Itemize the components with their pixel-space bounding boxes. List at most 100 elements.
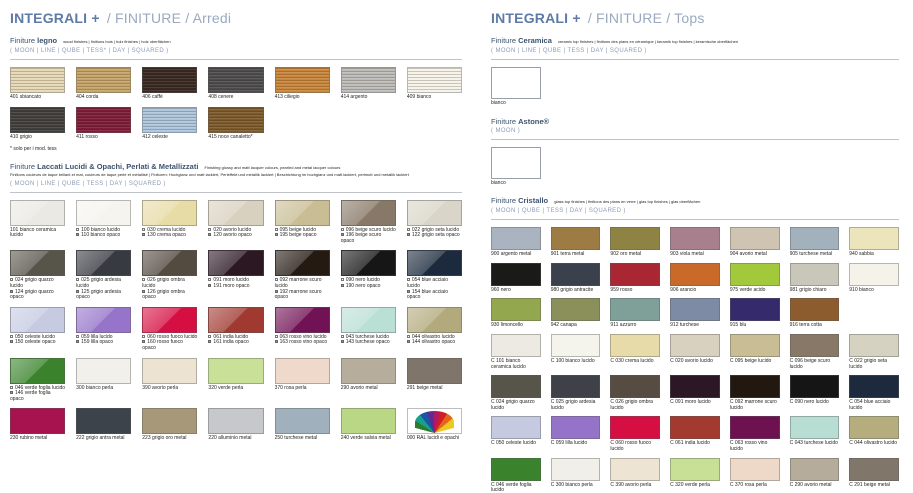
color-swatch: [491, 263, 541, 286]
section-astone-header: Finiture Astone® ( MOON ): [491, 118, 899, 135]
color-swatch: [76, 107, 131, 133]
finish-cell: C 059 lilla lucido: [551, 416, 601, 452]
color-swatch: [491, 298, 541, 321]
finish-label: 415 noce canaletto*: [208, 135, 263, 141]
color-swatch: [610, 227, 660, 250]
finish-label: 025 grigio ardesia lucido125 grigio arde…: [76, 278, 131, 300]
page-tops: INTEGRALI + / FINITURE / Tops Finiture C…: [491, 8, 899, 493]
finish-cell: C 370 rosa perla: [730, 458, 780, 493]
matt-marker-icon: [208, 233, 211, 236]
color-swatch: [491, 458, 541, 481]
finish-cell: C 025 grigio ardesia lucido: [551, 375, 601, 411]
color-swatch: [670, 263, 720, 286]
color-swatch: [790, 263, 840, 286]
finish-cell: 408 cenere: [208, 67, 263, 101]
finish-label: 900 argento metal: [491, 252, 541, 258]
finish-label: C 096 beige scuro lucido: [790, 359, 840, 370]
color-swatch: [670, 227, 720, 250]
color-swatch: [551, 227, 601, 250]
finish-cell: C 020 avorio lucido: [670, 334, 720, 370]
color-swatch: [491, 227, 541, 250]
finish-label: C 061 india lucido: [670, 441, 720, 447]
finish-label: C 290 avorio metal: [790, 483, 840, 489]
finish-cell: 904 avorio metal: [730, 227, 780, 258]
section-cristallo-header: Finiture Cristallo glass top finishes | …: [491, 197, 899, 215]
color-swatch: [407, 200, 462, 226]
gloss-marker-icon: [142, 278, 145, 281]
color-swatch: [730, 227, 780, 250]
finish-label: C 059 lilla lucido: [551, 441, 601, 447]
finish-label: 240 verde salvia metal: [341, 436, 396, 442]
finish-label: 915 blu: [730, 323, 780, 329]
color-swatch: [670, 416, 720, 439]
color-swatch: [142, 200, 197, 226]
finish-label: C 043 turchese lucido: [790, 441, 840, 447]
finish-cell: C 090 nero lucido: [790, 375, 840, 411]
finish-label: C 100 bianco lucido: [551, 359, 601, 365]
section-name: Astone®: [518, 117, 549, 126]
color-swatch: [610, 334, 660, 357]
divider: [10, 192, 462, 193]
finish-cell: 025 grigio ardesia lucido125 grigio arde…: [76, 250, 131, 300]
section-name: Laccati Lucidi & Opachi, Perlati & Metal…: [37, 162, 198, 171]
section-laccati-title: Finiture Laccati Lucidi & Opachi, Perlat…: [10, 163, 462, 171]
gloss-marker-icon: [208, 278, 211, 281]
breadcrumb: / FINITURE / Arredi: [107, 10, 231, 26]
footnote: * solo per i mod. tess: [10, 146, 462, 152]
finish-cell: 930 limoncello: [491, 298, 541, 329]
cristallo-swatch-grid: 900 argento metal901 terra metal902 oro …: [491, 227, 899, 493]
finish-label: C 300 bianco perla: [551, 483, 601, 489]
matt-marker-icon: [142, 233, 145, 236]
finish-cell: 959 rosso: [610, 263, 660, 294]
color-swatch: [76, 408, 131, 434]
finish-cell: 401 sbiancato: [10, 67, 65, 101]
finish-cell: C 101 bianco ceramica lucido: [491, 334, 541, 370]
divider: [10, 59, 462, 60]
section-translations: ceramic top finishes | finitions des pla…: [558, 39, 738, 44]
section-legno-header: Finiture legno wood finishes | finitions…: [10, 37, 462, 55]
color-swatch: [275, 250, 330, 276]
finish-label: 916 terra cotta: [790, 323, 840, 329]
finish-cell: 404 corda: [76, 67, 131, 101]
finish-cell: C 022 grigio seta lucido: [849, 334, 899, 370]
finish-cell: 060 rosso fuoco lucido160 rosso fuoco op…: [142, 307, 197, 352]
finish-cell: 026 grigio ombra lucido126 grigio ombra …: [142, 250, 197, 300]
finish-label: 370 rosa perla: [275, 386, 330, 392]
color-swatch: [275, 408, 330, 434]
color-swatch: [790, 458, 840, 481]
ral-fan-icon: [415, 411, 453, 434]
section-legno-title: Finiture legno wood finishes | finitions…: [10, 37, 462, 45]
section-translations: Finishing glossy and matt lacquer colour…: [205, 165, 341, 170]
color-swatch: [730, 334, 780, 357]
color-swatch: [10, 408, 65, 434]
section-models: ( MOON | QUBE | TESS | DAY | SQUARED ): [491, 208, 899, 215]
finish-label: 981 grigio chiaro: [790, 288, 840, 294]
color-swatch: [849, 334, 899, 357]
finish-label: 059 lilla lucido159 lilla opaco: [76, 335, 131, 346]
section-translations: wood finishes | finitions bois | holz fi…: [63, 39, 170, 44]
page-title-tops: INTEGRALI + / FINITURE / Tops: [491, 10, 899, 26]
finish-cell: 220 alluminio metal: [208, 408, 263, 442]
finish-cell: bianco: [491, 147, 541, 187]
finish-cell: 413 ciliegio: [275, 67, 330, 101]
color-swatch: [76, 250, 131, 276]
color-swatch: [730, 458, 780, 481]
finish-label: 222 grigio antra metal: [76, 436, 131, 442]
color-swatch: [551, 375, 601, 398]
page-arredi: INTEGRALI + / FINITURE / Arredi Finiture…: [10, 8, 462, 493]
gloss-marker-icon: [275, 335, 278, 338]
finish-label: 410 grigio: [10, 135, 65, 141]
color-swatch: [208, 107, 263, 133]
finish-label: 024 grigio quarzo lucido124 grigio quarz…: [10, 278, 65, 300]
color-swatch: [790, 334, 840, 357]
matt-marker-icon: [76, 233, 79, 236]
finish-label: 091 moro lucido191 moro opaco: [208, 278, 263, 289]
gloss-marker-icon: [275, 228, 278, 231]
astone-swatch-grid: bianco: [491, 147, 899, 187]
finish-label: 904 avorio metal: [730, 252, 780, 258]
section-astone-title: Finiture Astone®: [491, 118, 899, 125]
color-swatch: [790, 416, 840, 439]
color-swatch: [849, 375, 899, 398]
finish-cell: 054 blue acciaio lucido154 blue acciaio …: [407, 250, 462, 300]
color-swatch: [610, 263, 660, 286]
